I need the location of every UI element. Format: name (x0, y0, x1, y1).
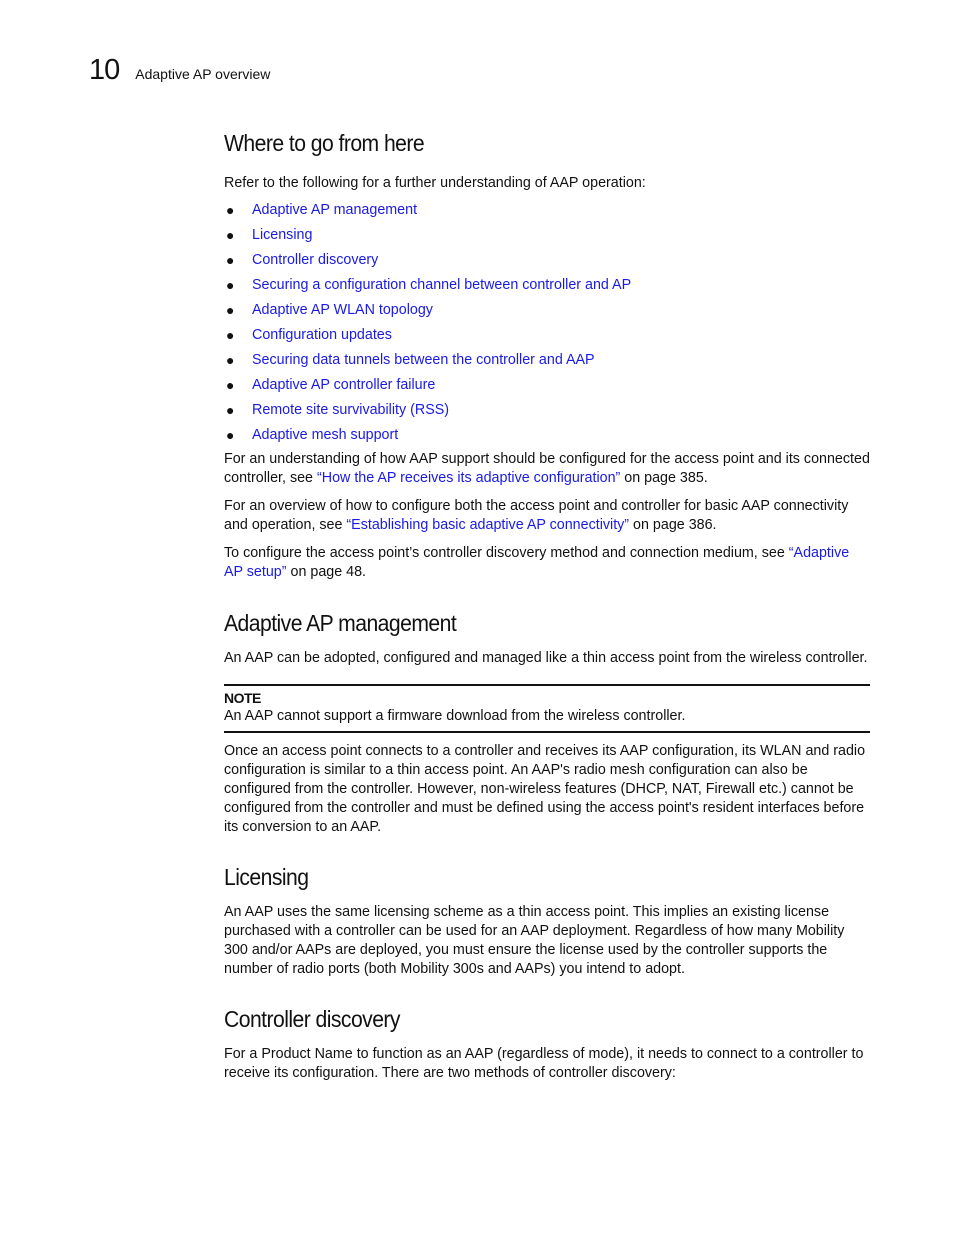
licensing-paragraph: An AAP uses the same licensing scheme as… (224, 904, 845, 977)
link-list: ● Adaptive AP management ● Licensing ● Cont… (224, 198, 870, 448)
bullet-icon: ● (226, 427, 235, 443)
page-content: Where to go from here Refer to the follo… (224, 130, 870, 1083)
bullet-icon: ● (226, 302, 235, 318)
list-item: ● Remote site survivability (RSS) (224, 398, 870, 423)
list-item: ● Configuration updates (224, 323, 870, 348)
note-label: NOTE (224, 690, 261, 706)
link-licensing[interactable]: Licensing (252, 227, 312, 243)
bullet-icon: ● (226, 202, 235, 218)
list-item: ● Adaptive AP management (224, 198, 870, 223)
bullet-icon: ● (226, 327, 235, 343)
intro-paragraph: Refer to the following for a further und… (224, 175, 646, 191)
discovery-paragraph: For a Product Name to function as an AAP… (224, 1046, 864, 1081)
chapter-number: 10 (89, 54, 120, 86)
link-configuration-updates[interactable]: Configuration updates (252, 327, 392, 343)
management-paragraph-2: Once an access point connects to a contr… (224, 743, 866, 835)
bullet-icon: ● (226, 252, 235, 268)
list-item: ● Licensing (224, 223, 870, 248)
bullet-icon: ● (226, 377, 235, 393)
chapter-title: Adaptive AP overview (135, 66, 271, 82)
heading-where-to-go: Where to go from here (224, 130, 425, 156)
bullet-icon: ● (226, 402, 235, 418)
note-box: NOTE An AAP cannot support a firmware do… (224, 684, 870, 733)
link-securing-data-tunnels[interactable]: Securing data tunnels between the contro… (252, 352, 595, 368)
text: To configure the access point’s controll… (224, 545, 789, 561)
link-controller-failure[interactable]: Adaptive AP controller failure (252, 377, 435, 393)
link-adaptive-mesh-support[interactable]: Adaptive mesh support (252, 427, 398, 443)
heading-adaptive-ap-management: Adaptive AP management (224, 610, 457, 636)
heading-controller-discovery: Controller discovery (224, 1006, 401, 1032)
list-item: ● Adaptive AP WLAN topology (224, 298, 870, 323)
link-how-ap-receives-config[interactable]: “How the AP receives its adaptive config… (317, 470, 620, 486)
list-item: ● Adaptive mesh support (224, 423, 870, 448)
list-item: ● Controller discovery (224, 248, 870, 273)
link-securing-config-channel[interactable]: Securing a configuration channel between… (252, 277, 631, 293)
bullet-icon: ● (226, 352, 235, 368)
text: on page 48. (286, 564, 367, 580)
paragraph-basic-connectivity: For an overview of how to configure both… (224, 497, 870, 535)
list-item: ● Securing a configuration channel betwee… (224, 273, 870, 298)
management-paragraph-1: An AAP can be adopted, configured and ma… (224, 650, 868, 666)
link-establishing-connectivity[interactable]: “Establishing basic adaptive AP connecti… (346, 517, 629, 533)
link-adaptive-ap-management[interactable]: Adaptive AP management (252, 202, 417, 218)
text: on page 386. (629, 517, 717, 533)
running-head: 10 Adaptive AP overview (89, 54, 270, 87)
paragraph-aap-support: For an understanding of how AAP support … (224, 450, 870, 488)
heading-licensing: Licensing (224, 864, 309, 890)
list-item: ● Adaptive AP controller failure (224, 373, 870, 398)
bullet-icon: ● (226, 277, 235, 293)
bullet-icon: ● (226, 227, 235, 243)
paragraph-discovery-method: To configure the access point’s controll… (224, 544, 870, 582)
link-controller-discovery[interactable]: Controller discovery (252, 252, 378, 268)
note-text: An AAP cannot support a firmware downloa… (224, 708, 686, 724)
link-remote-site-survivability[interactable]: Remote site survivability (RSS) (252, 402, 449, 418)
link-wlan-topology[interactable]: Adaptive AP WLAN topology (252, 302, 433, 318)
text: on page 385. (620, 470, 708, 486)
list-item: ● Securing data tunnels between the contr… (224, 348, 870, 373)
